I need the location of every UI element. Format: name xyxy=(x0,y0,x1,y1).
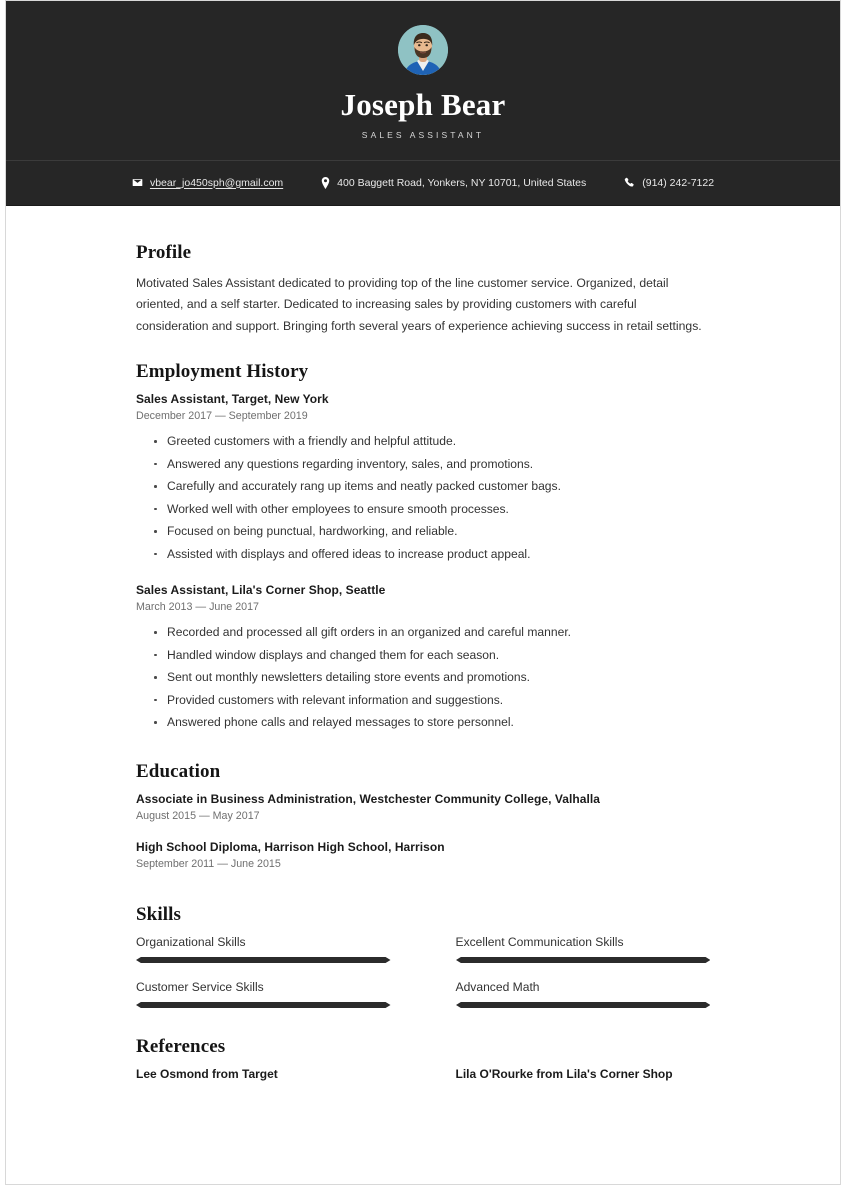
education-entry-title: Associate in Business Administration, We… xyxy=(136,791,600,806)
resume-body: Profile Motivated Sales Assistant dedica… xyxy=(6,206,840,1081)
email-link[interactable]: vbear_jo450sph@gmail.com xyxy=(150,177,283,189)
section-title-references: References xyxy=(136,1035,226,1057)
location-pin-icon xyxy=(321,176,330,189)
skill-level-bar xyxy=(136,956,391,963)
address-text: 400 Baggett Road, Yonkers, NY 10701, Uni… xyxy=(337,176,587,189)
resume-header: Joseph Bear SALES ASSISTANT xyxy=(6,1,840,160)
skill-item: Customer Service Skills xyxy=(136,980,391,1009)
list-item: Assisted with displays and offered ideas… xyxy=(136,543,710,566)
references-grid: Lee Osmond from Target Lila O'Rourke fro… xyxy=(136,1067,710,1081)
section-title-employment: Employment History xyxy=(136,361,309,383)
skill-label: Advanced Math xyxy=(455,979,540,994)
employment-entry-date: March 2013 — June 2017 xyxy=(136,601,259,614)
phone-text: (914) 242-7122 xyxy=(642,176,715,189)
list-item: Handled window displays and changed them… xyxy=(136,644,710,667)
list-item: Answered any questions regarding invento… xyxy=(136,453,710,476)
list-item: Worked well with other employees to ensu… xyxy=(136,498,710,521)
resume-page: Joseph Bear SALES ASSISTANT vbear_jo450s… xyxy=(5,0,841,1185)
skill-label: Organizational Skills xyxy=(136,934,246,949)
page-title: Joseph Bear xyxy=(340,87,506,122)
section-title-profile: Profile xyxy=(136,241,192,263)
education-entry-date: August 2015 — May 2017 xyxy=(136,809,260,822)
section-profile: Profile Motivated Sales Assistant dedica… xyxy=(136,242,710,338)
skill-level-bar xyxy=(455,956,710,963)
employment-entry-title: Sales Assistant, Lila's Corner Shop, Sea… xyxy=(136,583,386,598)
list-item: Greeted customers with a friendly and he… xyxy=(136,430,710,453)
section-education: Education Associate in Business Administ… xyxy=(136,761,710,870)
contact-address: 400 Baggett Road, Yonkers, NY 10701, Uni… xyxy=(321,176,587,189)
list-item: Sent out monthly newsletters detailing s… xyxy=(136,666,710,689)
skill-level-bar xyxy=(455,1001,710,1008)
education-entry: High School Diploma, Harrison High Schoo… xyxy=(136,840,710,870)
list-item: Answered phone calls and relayed message… xyxy=(136,711,710,734)
employment-bullets: Greeted customers with a friendly and he… xyxy=(136,430,710,565)
education-entry-date: September 2011 — June 2015 xyxy=(136,857,281,870)
employment-entry: Sales Assistant, Lila's Corner Shop, Sea… xyxy=(136,583,710,734)
list-item: Carefully and accurately rang up items a… xyxy=(136,475,710,498)
skill-item: Organizational Skills xyxy=(136,935,391,964)
skill-item: Excellent Communication Skills xyxy=(455,934,710,964)
contact-phone: (914) 242-7122 xyxy=(624,177,714,189)
reference-item: Lila O'Rourke from Lila's Corner Shop xyxy=(455,1066,673,1081)
contact-bar: vbear_jo450sph@gmail.com 400 Baggett Roa… xyxy=(6,159,840,206)
employment-bullets: Recorded and processed all gift orders i… xyxy=(136,621,710,734)
employment-entry-date: December 2017 — September 2019 xyxy=(136,410,308,423)
contact-email[interactable]: vbear_jo450sph@gmail.com xyxy=(132,177,283,189)
education-entry-title: High School Diploma, Harrison High Schoo… xyxy=(136,839,445,854)
section-employment: Employment History Sales Assistant, Targ… xyxy=(136,361,710,734)
section-title-skills: Skills xyxy=(136,903,181,925)
list-item: Recorded and processed all gift orders i… xyxy=(136,621,710,644)
section-references: References Lee Osmond from Target Lila O… xyxy=(136,1036,710,1081)
employment-entry: Sales Assistant, Target, New York Decemb… xyxy=(136,392,710,565)
skill-label: Customer Service Skills xyxy=(136,979,264,994)
profile-text: Motivated Sales Assistant dedicated to p… xyxy=(136,275,702,333)
phone-icon xyxy=(624,177,635,188)
job-title: SALES ASSISTANT xyxy=(361,129,485,140)
employment-entry-title: Sales Assistant, Target, New York xyxy=(136,392,329,407)
section-title-education: Education xyxy=(136,760,221,782)
skill-item: Advanced Math xyxy=(455,979,710,1009)
skill-label: Excellent Communication Skills xyxy=(455,934,624,949)
skill-level-bar xyxy=(136,1001,391,1008)
avatar xyxy=(398,25,448,75)
section-skills: Skills Organizational Skills Excellent C… xyxy=(136,904,710,1009)
skills-grid: Organizational Skills Excellent Communic… xyxy=(136,935,710,1009)
education-entry: Associate in Business Administration, We… xyxy=(136,792,710,822)
reference-item: Lee Osmond from Target xyxy=(136,1066,278,1081)
list-item: Provided customers with relevant informa… xyxy=(136,689,710,712)
list-item: Focused on being punctual, hardworking, … xyxy=(136,520,710,543)
envelope-icon xyxy=(132,177,143,188)
